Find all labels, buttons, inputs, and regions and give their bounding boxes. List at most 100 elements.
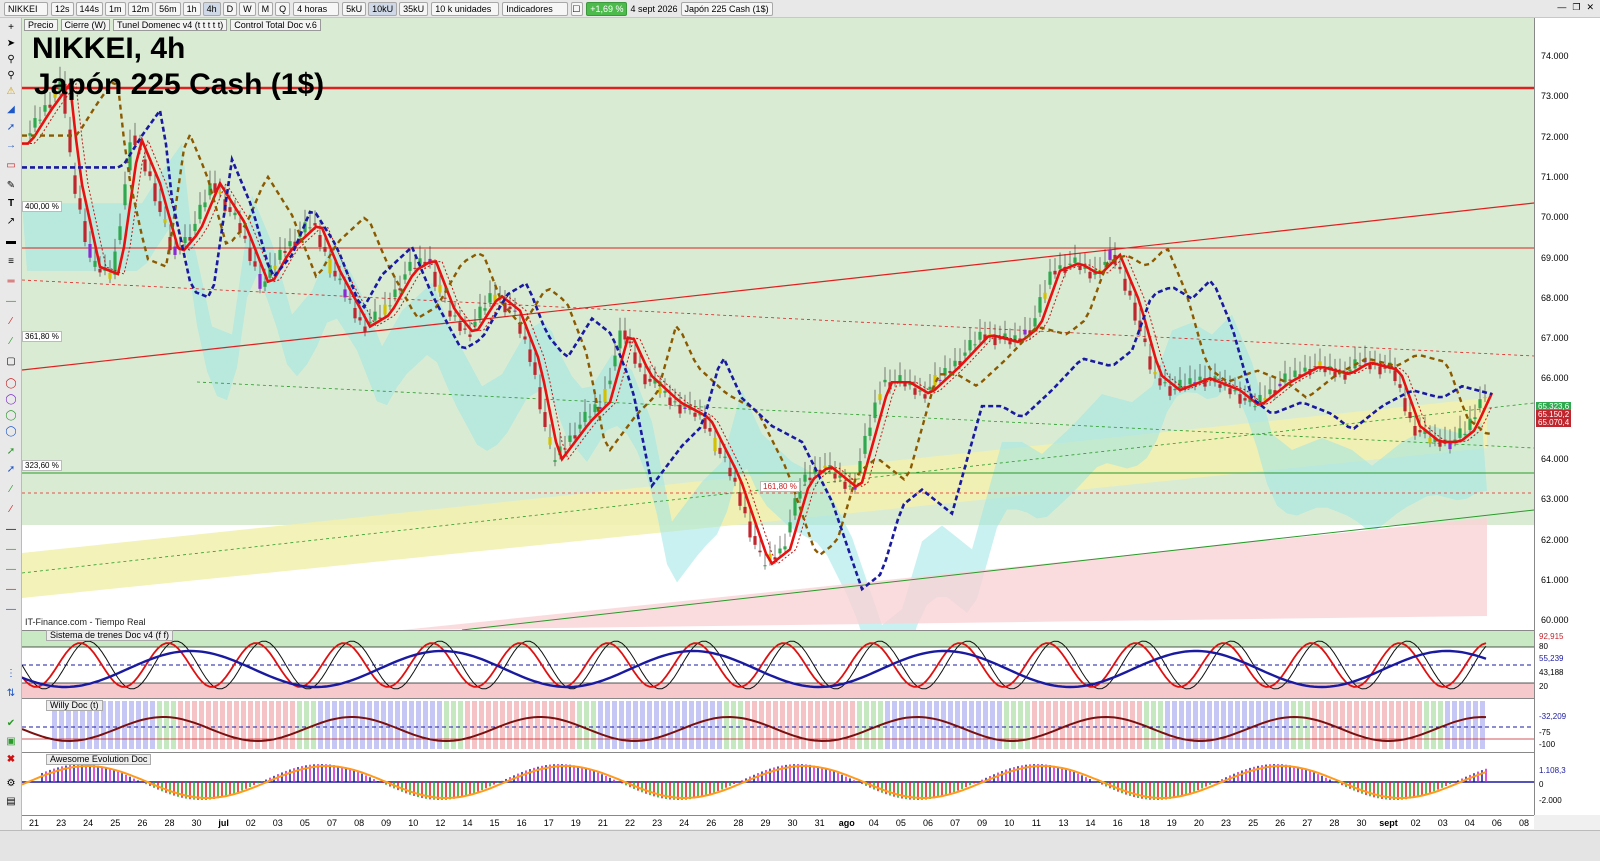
check-icon[interactable]: ✔	[4, 718, 18, 730]
magnet-icon[interactable]: ◢	[4, 104, 18, 116]
time-label: 27	[1302, 818, 1313, 828]
dots-icon[interactable]: ⋮	[4, 668, 18, 680]
indicator-close[interactable]: Cierre (W)	[60, 18, 111, 31]
awesome-panel[interactable]	[21, 752, 1534, 816]
willy-bar	[570, 701, 575, 749]
candle-body	[808, 477, 812, 481]
close-icon[interactable]: ✕	[1586, 2, 1594, 13]
trend-green-icon[interactable]: ∕	[4, 336, 18, 348]
indicators-button[interactable]: Indicadores	[502, 1, 569, 16]
layers-icon[interactable]: ▤	[4, 796, 18, 808]
dash-black-icon[interactable]: —	[4, 524, 18, 536]
candle-body	[198, 204, 202, 220]
tick-35kU[interactable]: 35kU	[399, 1, 429, 16]
line-green-icon[interactable]: ∕	[4, 484, 18, 496]
willy-bar	[1046, 701, 1051, 749]
willy-bar	[598, 701, 603, 749]
zoom-icon[interactable]: ⚲	[4, 70, 18, 82]
symbol-select[interactable]: NIKKEI	[4, 1, 48, 16]
ruler-icon[interactable]: ▬	[4, 236, 18, 248]
indicator-price[interactable]: Precio	[24, 18, 58, 31]
circle-red-icon[interactable]: ◯	[4, 378, 18, 390]
line-icon[interactable]: ➚	[4, 122, 18, 134]
tick-10kU[interactable]: 10kU	[368, 1, 398, 16]
rectangle-icon[interactable]: ▭	[4, 160, 18, 172]
timeframe-D[interactable]: D	[222, 1, 238, 16]
indicator-tunnel[interactable]: Tunel Domenec v4 (t t t t t)	[113, 18, 228, 31]
delete-icon[interactable]: ✖	[4, 754, 18, 766]
timeframe-1m[interactable]: 1m	[105, 1, 126, 16]
circle-green-icon[interactable]: ◯	[4, 410, 18, 422]
willy-panel-title[interactable]: Willy Doc (t)	[46, 700, 103, 711]
arrow-icon[interactable]: →	[4, 140, 18, 152]
period-select[interactable]: 4 horas	[293, 1, 340, 16]
candle-body	[1438, 441, 1442, 447]
candle-body	[73, 175, 77, 194]
dash-green2-icon[interactable]: —	[4, 564, 18, 576]
timeframe-12m[interactable]: 12m	[127, 1, 154, 16]
bell-icon[interactable]: ⚠	[4, 86, 18, 98]
candle-body	[143, 159, 147, 172]
willy-panel[interactable]	[21, 698, 1534, 753]
trains-canvas[interactable]	[21, 631, 1534, 699]
measure-icon[interactable]: ↗	[4, 216, 18, 228]
arrow-green-icon[interactable]: ➚	[4, 446, 18, 458]
settings-icon[interactable]: ⚙	[4, 778, 18, 790]
price-chart[interactable]: NIKKEI, 4h Japón 225 Cash (1$) 400,00 % …	[22, 18, 1534, 630]
trains-panel[interactable]	[21, 630, 1534, 699]
cursor-icon[interactable]: ➤	[4, 38, 18, 50]
indicator-control[interactable]: Control Total Doc v.6	[230, 18, 321, 31]
arrows-icon[interactable]: ⇅	[4, 688, 18, 700]
price-axis[interactable]: 74.000 73.000 72.000 71.000 70.000 69.000 68.0…	[1534, 18, 1600, 630]
timeframe-144s[interactable]: 144s	[75, 1, 104, 16]
arrow-blue-icon[interactable]: ➚	[4, 464, 18, 476]
lock-icon[interactable]: ▣	[4, 736, 18, 748]
timeframe-W[interactable]: W	[239, 1, 256, 16]
candle-body	[723, 456, 727, 458]
timeframe-M[interactable]: M	[257, 1, 274, 16]
dash-green-icon[interactable]: —	[4, 544, 18, 556]
trend-red-icon[interactable]: ∕	[4, 316, 18, 328]
checkbox-icon[interactable]: ☐	[571, 1, 584, 16]
channel-icon[interactable]: ═	[4, 276, 18, 288]
timeframe-12s[interactable]: 12s	[51, 1, 74, 16]
awesome-panel-title[interactable]: Awesome Evolution Doc	[46, 754, 152, 765]
price-tick: 70.000	[1541, 212, 1569, 223]
candle-body	[878, 394, 882, 401]
restore-icon[interactable]: ❐	[1572, 2, 1580, 13]
dash-red-icon[interactable]: —	[4, 584, 18, 596]
time-label: 06	[922, 818, 934, 828]
candle-body	[1108, 249, 1112, 260]
time-axis[interactable]: 21 23 24 25 26 28 30 jul 02 03 05 07 08 09 10 12 14 15 16 1…	[22, 815, 1534, 829]
eraser-icon[interactable]: ▢	[4, 356, 18, 368]
pencil-icon[interactable]: ✎	[4, 180, 18, 192]
text-icon[interactable]: T	[4, 198, 18, 210]
timeframe-4h[interactable]: 4h	[202, 1, 221, 16]
candle-body	[848, 485, 852, 487]
search-icon[interactable]: ⚲	[4, 54, 18, 66]
hline-icon[interactable]: —	[4, 296, 18, 308]
willy-bar	[731, 701, 736, 749]
candle-body	[568, 435, 572, 442]
add-icon[interactable]: +	[4, 22, 18, 34]
dash-blue-icon[interactable]: —	[4, 604, 18, 616]
willy-bar	[668, 701, 673, 749]
willy-bar	[1291, 701, 1296, 749]
fib-icon[interactable]: ≡	[4, 256, 18, 268]
units-select[interactable]: 10 k unidades	[431, 1, 500, 16]
willy-canvas[interactable]	[21, 699, 1534, 753]
line-red-icon[interactable]: ∕	[4, 504, 18, 516]
circle-blue-icon[interactable]: ◯	[4, 426, 18, 438]
tick-5kU[interactable]: 5kU	[342, 1, 367, 16]
minimize-icon[interactable]: —	[1557, 2, 1566, 13]
timeframe-56m[interactable]: 56m	[155, 1, 181, 16]
candle-body	[333, 270, 337, 277]
trains-panel-title[interactable]: Sistema de trenes Doc v4 (f f)	[46, 630, 174, 641]
chart-canvas[interactable]	[22, 18, 1534, 630]
awesome-canvas[interactable]	[21, 753, 1534, 816]
candle-body	[938, 379, 942, 381]
circle-purple-icon[interactable]: ◯	[4, 394, 18, 406]
timeframe-Q[interactable]: Q	[275, 1, 291, 16]
timeframe-1h[interactable]: 1h	[182, 1, 201, 16]
candle-body	[348, 298, 352, 300]
